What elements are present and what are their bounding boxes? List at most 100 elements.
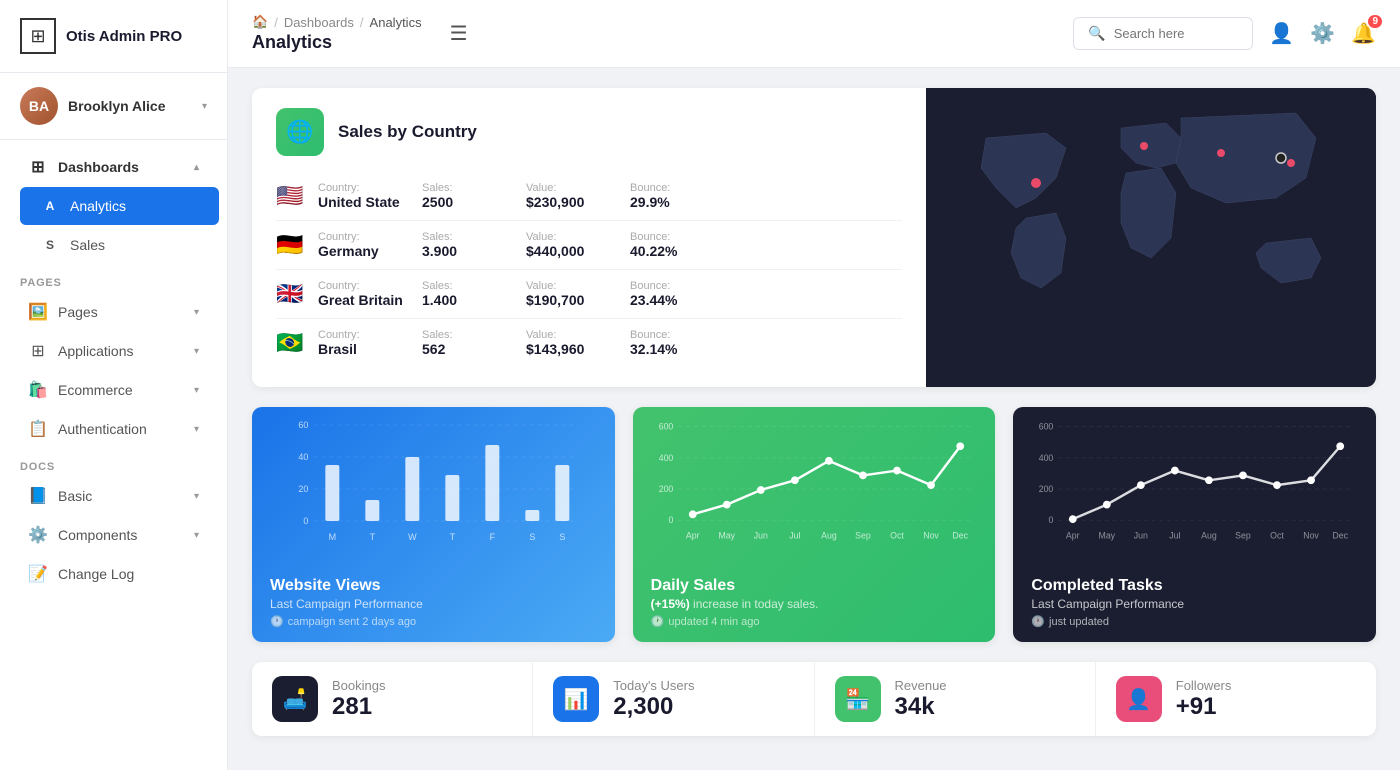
user-profile[interactable]: BA Brooklyn Alice ▾ (0, 73, 227, 140)
bounce-col: Bounce: 23.44% (630, 280, 720, 308)
header-right: 🔍 👤 ⚙️ 🔔 9 (1073, 17, 1376, 50)
value-col: Value: $230,900 (526, 182, 616, 210)
sidebar-item-analytics[interactable]: A Analytics (20, 187, 219, 225)
sidebar-item-authentication[interactable]: 📋 Authentication ▾ (8, 410, 219, 448)
sidebar-dashboards-label: Dashboards (58, 159, 139, 175)
svg-text:400: 400 (658, 453, 673, 463)
svg-text:60: 60 (298, 420, 308, 430)
value-col: Value: $440,000 (526, 231, 616, 259)
sidebar-item-components[interactable]: ⚙️ Components ▾ (8, 516, 219, 554)
website-views-info: Website Views Last Campaign Performance … (252, 567, 615, 642)
stat-item: 📊 Today's Users 2,300 (533, 662, 814, 736)
website-views-card: 60 40 20 0 M T (252, 407, 615, 642)
sidebar-item-basic[interactable]: 📘 Basic ▾ (8, 477, 219, 515)
page-title: Analytics (252, 32, 422, 53)
svg-text:F: F (490, 532, 496, 542)
country-row: 🇩🇪 Country: Germany Sales: 3.900 Value: … (276, 221, 902, 270)
sidebar: ⊞ Otis Admin PRO BA Brooklyn Alice ▾ ⊞ D… (0, 0, 228, 770)
sales-card-title: Sales by Country (338, 122, 477, 142)
pages-icon: 🖼️ (28, 302, 48, 322)
svg-text:Sep: Sep (1236, 531, 1252, 541)
clock-icon3: 🕐 (1031, 615, 1045, 628)
sales-col: Sales: 3.900 (422, 231, 512, 259)
sales-by-country-card: 🌐 Sales by Country 🇺🇸 Country: United St… (252, 88, 1376, 387)
sidebar-item-sales[interactable]: S Sales (20, 226, 219, 264)
svg-text:Dec: Dec (1333, 531, 1349, 541)
analytics-letter: A (40, 196, 60, 216)
user-icon[interactable]: 👤 (1269, 21, 1294, 46)
svg-text:600: 600 (1039, 422, 1054, 432)
settings-icon[interactable]: ⚙️ (1310, 21, 1335, 46)
stat-value: 34k (895, 693, 947, 721)
svg-text:Nov: Nov (923, 531, 939, 541)
svg-text:Oct: Oct (890, 531, 904, 541)
logo-icon: ⊞ (20, 18, 56, 54)
dashboards-icon: ⊞ (28, 157, 48, 177)
basic-chevron-icon: ▾ (194, 491, 199, 502)
header: 🏠 / Dashboards / Analytics Analytics ☰ 🔍… (228, 0, 1400, 68)
svg-text:20: 20 (298, 484, 308, 494)
changelog-icon: 📝 (28, 564, 48, 584)
stat-value: 281 (332, 693, 385, 721)
completed-tasks-card: 600 400 200 0 (1013, 407, 1376, 642)
svg-text:M: M (329, 532, 337, 542)
stat-value: 2,300 (613, 693, 694, 721)
sidebar-item-dashboards[interactable]: ⊞ Dashboards ▴ (8, 148, 219, 186)
svg-text:S: S (559, 532, 565, 542)
daily-sales-subtitle: (+15%) increase in today sales. (651, 597, 978, 611)
website-views-chart: 60 40 20 0 M T (268, 415, 599, 565)
country-row: 🇬🇧 Country: Great Britain Sales: 1.400 V… (276, 270, 902, 319)
country-col: Country: Brasil (318, 329, 408, 357)
authentication-icon: 📋 (28, 419, 48, 439)
svg-text:Nov: Nov (1304, 531, 1320, 541)
basic-icon: 📘 (28, 486, 48, 506)
sidebar-item-changelog[interactable]: 📝 Change Log (8, 555, 219, 593)
sales-col: Sales: 1.400 (422, 280, 512, 308)
svg-text:200: 200 (658, 484, 673, 494)
svg-text:May: May (718, 531, 735, 541)
svg-text:Jun: Jun (753, 531, 767, 541)
sidebar-item-applications[interactable]: ⊞ Applications ▾ (8, 332, 219, 370)
card-header: 🌐 Sales by Country (276, 108, 902, 156)
breadcrumb: 🏠 / Dashboards / Analytics (252, 14, 422, 30)
logo-area: ⊞ Otis Admin PRO (0, 0, 227, 73)
dashboards-chevron-icon: ▴ (194, 162, 199, 173)
stat-label: Today's Users (613, 678, 694, 693)
sales-letter: S (40, 235, 60, 255)
sidebar-item-ecommerce[interactable]: 🛍️ Ecommerce ▾ (8, 371, 219, 409)
charts-row: 60 40 20 0 M T (252, 407, 1376, 642)
svg-text:400: 400 (1039, 453, 1054, 463)
search-box[interactable]: 🔍 (1073, 17, 1253, 50)
stat-text: Bookings 281 (332, 678, 385, 721)
stat-icon: 📊 (553, 676, 599, 722)
globe-icon: 🌐 (276, 108, 324, 156)
completed-tasks-chart: 600 400 200 0 (1029, 415, 1360, 565)
svg-text:Dec: Dec (952, 531, 968, 541)
notification-wrapper[interactable]: 🔔 9 (1351, 21, 1376, 46)
stat-text: Revenue 34k (895, 678, 947, 721)
sidebar-item-pages[interactable]: 🖼️ Pages ▾ (8, 293, 219, 331)
pages-chevron-icon: ▾ (194, 307, 199, 318)
completed-tasks-info: Completed Tasks Last Campaign Performanc… (1013, 567, 1376, 642)
hamburger-icon[interactable]: ☰ (450, 21, 468, 46)
stat-label: Revenue (895, 678, 947, 693)
search-icon: 🔍 (1088, 25, 1105, 42)
svg-text:Apr: Apr (686, 531, 700, 541)
stats-bar: 🛋️ Bookings 281 📊 Today's Users 2,300 🏪 … (252, 662, 1376, 736)
map-side (926, 88, 1376, 387)
home-icon: 🏠 (252, 14, 268, 30)
website-views-title: Website Views (270, 577, 597, 595)
svg-text:0: 0 (303, 516, 308, 526)
sidebar-authentication-label: Authentication (58, 421, 147, 437)
country-row: 🇧🇷 Country: Brasil Sales: 562 Value: $14… (276, 319, 902, 367)
breadcrumb-dashboards[interactable]: Dashboards (284, 15, 354, 30)
applications-chevron-icon: ▾ (194, 346, 199, 357)
stat-label: Bookings (332, 678, 385, 693)
ecommerce-icon: 🛍️ (28, 380, 48, 400)
sidebar-pages-label: Pages (58, 304, 98, 320)
svg-text:600: 600 (658, 422, 673, 432)
search-input[interactable] (1114, 26, 1239, 41)
sidebar-components-label: Components (58, 527, 137, 543)
svg-text:S: S (529, 532, 535, 542)
sidebar-sales-label: Sales (70, 237, 105, 253)
